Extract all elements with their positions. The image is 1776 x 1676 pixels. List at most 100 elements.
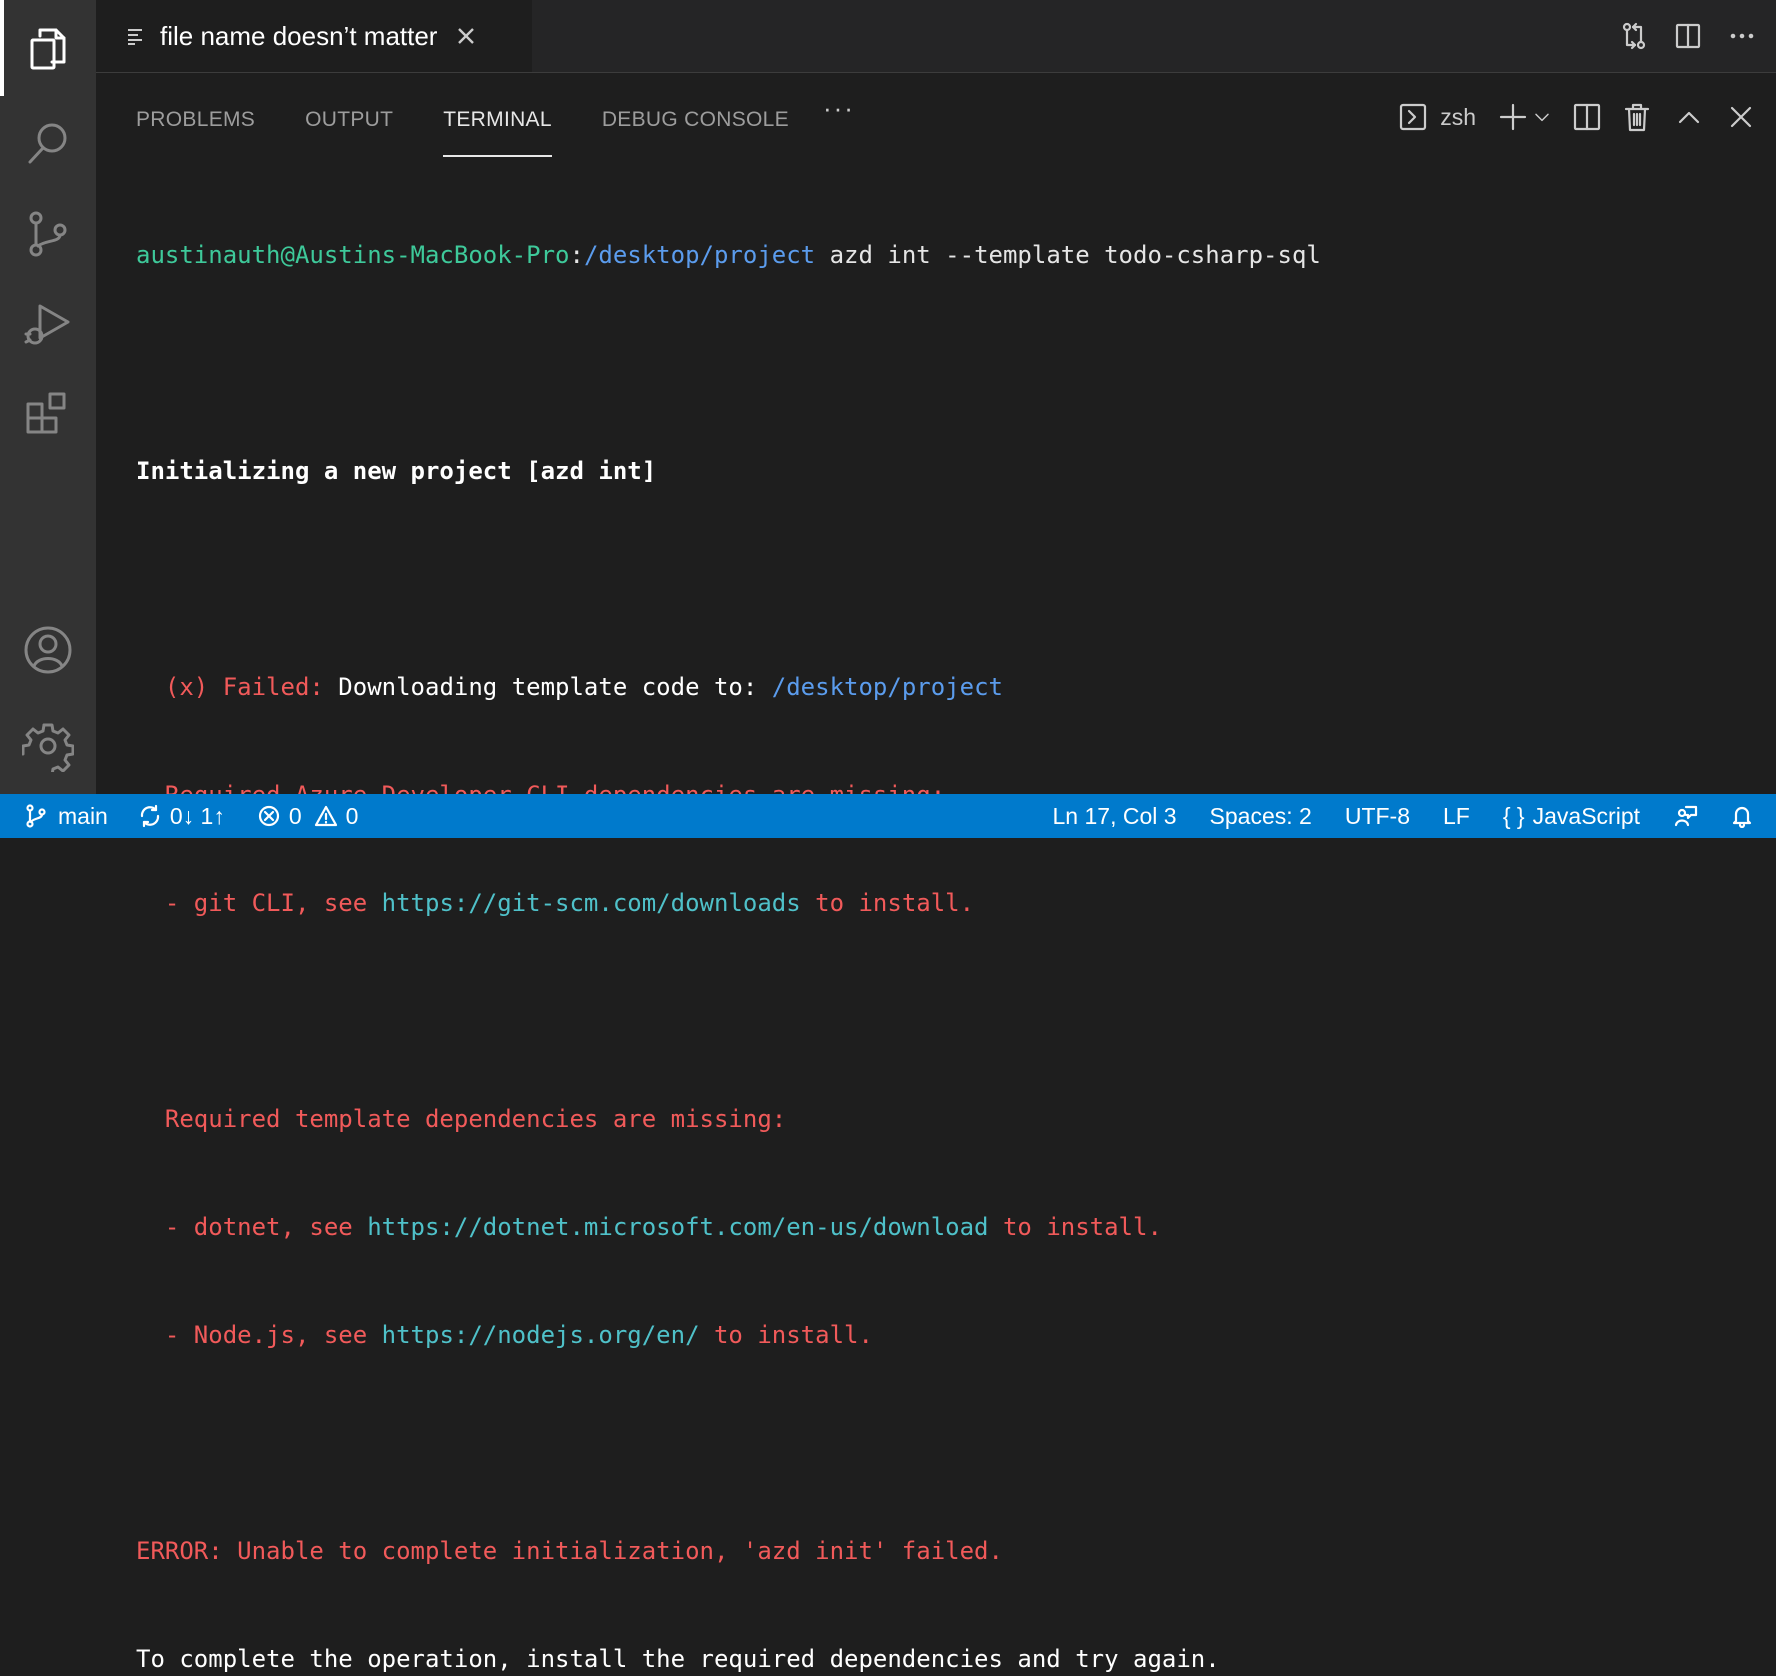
node-prefix: - Node.js, see: [136, 1321, 382, 1349]
prompt-user: austinauth@Austins-MacBook-Pro: [136, 241, 570, 269]
chevron-up-icon: [1678, 111, 1700, 124]
tab-terminal[interactable]: TERMINAL: [443, 73, 552, 157]
failed-path: /desktop/project: [771, 673, 1003, 701]
command-text: azd int --template todo-csharp-sql: [815, 241, 1321, 269]
warning-icon: [314, 805, 337, 827]
editor-tab[interactable]: file name doesn’t matter: [96, 0, 532, 72]
prompt-path: /desktop/project: [583, 241, 816, 269]
language-mode[interactable]: { } JavaScript: [1503, 794, 1640, 838]
branch-name: main: [58, 802, 108, 829]
failed-text: Downloading template code to:: [338, 673, 772, 701]
language-name: JavaScript: [1532, 802, 1640, 829]
prompt-line: austinauth@Austins-MacBook-Pro:/desktop/…: [136, 237, 1321, 273]
error-icon: [258, 805, 279, 827]
gear-icon: [22, 723, 74, 772]
accounts-button[interactable]: [0, 602, 96, 698]
terminal-dropdown-button[interactable]: [1532, 91, 1552, 143]
editor-tab-label: file name doesn’t matter: [160, 20, 438, 51]
prompt-colon: :: [569, 241, 584, 269]
terminal-output[interactable]: austinauth@Austins-MacBook-Pro:/desktop/…: [136, 165, 1321, 1676]
cursor-position[interactable]: Ln 17, Col 3: [1053, 794, 1177, 838]
split-editor-icon: [1675, 23, 1701, 49]
panel-more-button[interactable]: ···: [823, 93, 855, 124]
template-missing-line: Required template dependencies are missi…: [136, 1105, 787, 1133]
problems-indicator[interactable]: 0 0: [257, 794, 359, 838]
sync-counts: 0↓ 1↑: [169, 802, 225, 829]
trash-icon: [1624, 103, 1650, 132]
indentation[interactable]: Spaces: 2: [1210, 794, 1312, 838]
node-link[interactable]: https://nodejs.org/en/: [382, 1321, 700, 1349]
failed-label: (x) Failed:: [136, 673, 339, 701]
more-actions-button[interactable]: [1716, 10, 1768, 62]
activity-bar: [0, 0, 96, 794]
search-icon: [28, 123, 67, 164]
bell-icon: [1732, 806, 1752, 828]
node-suffix: to install.: [699, 1321, 873, 1349]
search-button[interactable]: [0, 96, 96, 192]
source-control-button[interactable]: [0, 186, 96, 282]
extensions-icon: [26, 392, 66, 434]
panel: PROBLEMS OUTPUT TERMINAL DEBUG CONSOLE ·…: [96, 73, 1776, 1673]
split-terminal-icon: [1573, 103, 1601, 131]
files-icon: [30, 28, 66, 70]
maximize-panel-button[interactable]: [1674, 91, 1704, 143]
split-editor-button[interactable]: [1662, 10, 1714, 62]
terminal-selector[interactable]: zsh: [1398, 91, 1476, 143]
hint-line: To complete the operation, install the r…: [136, 1645, 1220, 1673]
tab-debug-console[interactable]: DEBUG CONSOLE: [602, 73, 789, 153]
manage-button[interactable]: [0, 698, 96, 794]
failed-line: (x) Failed: Downloading template code to…: [136, 669, 1321, 705]
feedback-button[interactable]: [1674, 794, 1698, 838]
dotnet-line: - dotnet, see https://dotnet.microsoft.c…: [136, 1209, 1321, 1245]
tab-output[interactable]: OUTPUT: [305, 73, 393, 153]
compare-changes-button[interactable]: [1608, 10, 1660, 62]
run-debug-icon: [24, 304, 70, 345]
plus-icon: [1499, 103, 1527, 131]
shell-name: zsh: [1440, 103, 1476, 130]
text-file-icon: [126, 26, 146, 46]
braces-icon: { }: [1502, 802, 1525, 829]
end-of-line[interactable]: LF: [1443, 794, 1470, 838]
close-icon: [458, 28, 475, 44]
editor-tab-bar: file name doesn’t matter: [96, 0, 1776, 73]
git-link[interactable]: https://git-scm.com/downloads: [382, 889, 801, 917]
init-heading: Initializing a new project [azd int]: [136, 457, 657, 485]
terminal-actions: zsh: [1384, 91, 1756, 143]
kill-terminal-button[interactable]: [1622, 91, 1652, 143]
sync-indicator[interactable]: 0↓ 1↑: [138, 794, 225, 838]
panel-tabs: PROBLEMS OUTPUT TERMINAL DEBUG CONSOLE ·…: [136, 73, 855, 157]
status-bar: main 0↓ 1↑ 0 0 Ln 17, Col 3 Spaces: 2 UT…: [0, 794, 1776, 838]
tab-problems[interactable]: PROBLEMS: [136, 73, 255, 153]
git-line: - git CLI, see https://git-scm.com/downl…: [136, 885, 1321, 921]
run-debug-button[interactable]: [0, 276, 96, 372]
branch-indicator[interactable]: main: [24, 794, 108, 838]
error-line: ERROR: Unable to complete initialization…: [136, 1537, 1003, 1565]
warning-count: 0: [345, 802, 359, 829]
compare-icon: [1622, 22, 1646, 50]
dotnet-suffix: to install.: [988, 1213, 1162, 1241]
terminal-icon: [1400, 103, 1427, 131]
notifications-button[interactable]: [1730, 794, 1754, 838]
git-suffix: to install.: [800, 889, 975, 917]
chevron-down-icon: [1535, 113, 1549, 122]
close-tab-button[interactable]: [455, 25, 477, 47]
feedback-icon: [1674, 805, 1698, 827]
account-icon: [24, 626, 72, 674]
sync-icon: [140, 804, 159, 828]
ellipsis-icon: [1730, 33, 1754, 39]
git-prefix: - git CLI, see: [136, 889, 382, 917]
dotnet-link[interactable]: https://dotnet.microsoft.com/en-us/downl…: [367, 1213, 988, 1241]
source-control-icon: [29, 211, 67, 257]
dotnet-prefix: - dotnet, see: [136, 1213, 368, 1241]
branch-icon: [26, 804, 46, 828]
close-panel-button[interactable]: [1726, 91, 1756, 143]
explorer-button[interactable]: [0, 0, 96, 96]
extensions-button[interactable]: [0, 366, 96, 462]
editor-actions: [1608, 0, 1776, 72]
close-icon: [1730, 106, 1752, 128]
encoding[interactable]: UTF-8: [1345, 794, 1410, 838]
error-count: 0: [288, 802, 302, 829]
node-line: - Node.js, see https://nodejs.org/en/ to…: [136, 1317, 1321, 1353]
new-terminal-button[interactable]: [1498, 91, 1528, 143]
split-terminal-button[interactable]: [1572, 91, 1602, 143]
